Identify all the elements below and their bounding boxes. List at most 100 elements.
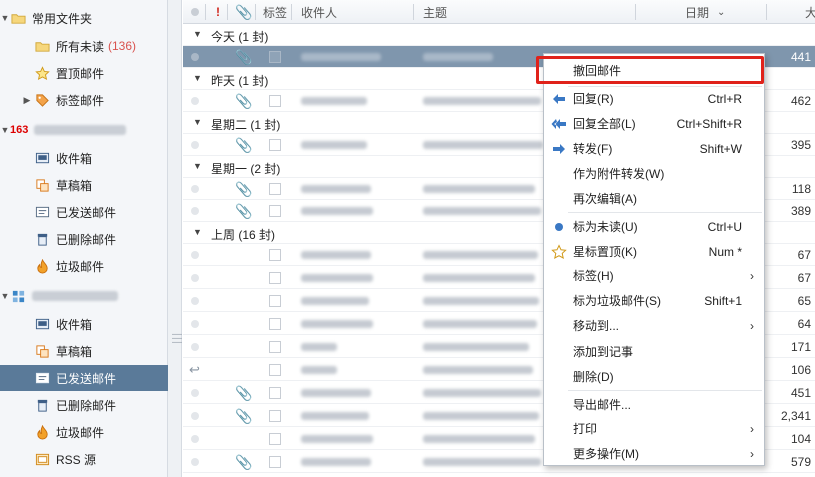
folder-inbox[interactable]: 收件箱 (0, 145, 168, 171)
menu-item-export[interactable]: 导出邮件... (544, 392, 764, 417)
menu-item-tags[interactable]: 标签(H) › (544, 263, 764, 288)
read-status-column-icon[interactable] (191, 0, 199, 24)
read-dot-icon (191, 141, 199, 149)
subject-redacted (423, 274, 535, 282)
folder-label: 所有未读 (56, 39, 105, 54)
folder-all-unread[interactable]: 所有未读 (136) (0, 33, 168, 59)
subject-redacted (423, 435, 535, 443)
menu-item-move[interactable]: 移动到... › (544, 313, 764, 338)
reply-arrow-icon (551, 91, 567, 107)
size-column-header[interactable]: 大 (805, 0, 815, 24)
date-column-header[interactable]: 日期 ⌄ (685, 0, 725, 24)
row-checkbox[interactable] (269, 295, 281, 307)
row-checkbox[interactable] (269, 410, 281, 422)
row-checkbox[interactable] (269, 318, 281, 330)
folder-label: 已发送邮件 (56, 371, 117, 386)
recipient-redacted (301, 185, 371, 193)
collapse-arrow-icon[interactable]: ▼ (193, 161, 202, 171)
menu-label: 转发(F) (573, 142, 613, 156)
read-dot-icon (191, 343, 199, 351)
row-checkbox[interactable] (269, 249, 281, 261)
menu-item-mark-unread[interactable]: 标为未读(U) Ctrl+U (544, 214, 764, 239)
subject-column-header[interactable]: 主题 (423, 0, 447, 24)
collapse-arrow-icon[interactable]: ▼ (193, 73, 202, 83)
menu-label: 作为附件转发(W) (573, 167, 665, 181)
folder-label: 草稿箱 (56, 344, 93, 359)
folder-drafts-2[interactable]: 草稿箱 (0, 338, 168, 364)
menu-label: 打印 (573, 422, 598, 436)
read-dot-icon (191, 251, 199, 259)
folder-label: 标签邮件 (56, 93, 105, 108)
group-title: 上周 (16 封) (211, 228, 276, 242)
folder-deleted-2[interactable]: 已删除邮件 (0, 392, 168, 418)
menu-item-mark-spam[interactable]: 标为垃圾邮件(S) Shift+1 (544, 288, 764, 313)
attachment-icon: 📎 (235, 137, 253, 153)
row-checkbox[interactable] (269, 183, 281, 195)
spam-flame-icon (34, 258, 50, 274)
mail-size: 106 (790, 363, 811, 377)
attachment-column-icon[interactable]: 📎 (235, 0, 252, 24)
tags-column-header[interactable]: 标签 (263, 0, 287, 24)
group-header-today[interactable]: ▼ 今天 (1 封) (183, 24, 815, 46)
folder-label: 收件箱 (56, 151, 93, 166)
row-checkbox[interactable] (269, 51, 281, 63)
row-checkbox[interactable] (269, 205, 281, 217)
row-checkbox[interactable] (269, 341, 281, 353)
folder-rss[interactable]: RSS 源 (0, 446, 168, 472)
replied-icon: ↩ (189, 362, 200, 377)
recipient-column-header[interactable]: 收件人 (301, 0, 337, 24)
folder-common[interactable]: ▼ 常用文件夹 (0, 5, 168, 31)
row-checkbox[interactable] (269, 433, 281, 445)
menu-item-forward[interactable]: 转发(F) Shift+W (544, 136, 764, 161)
folder-label: 常用文件夹 (32, 11, 93, 26)
subject-redacted (423, 389, 541, 397)
row-checkbox[interactable] (269, 272, 281, 284)
submenu-chevron-right-icon: › (750, 268, 754, 283)
menu-item-reedit[interactable]: 再次编辑(A) (544, 186, 764, 211)
collapse-arrow-icon[interactable]: ▼ (0, 13, 10, 23)
row-checkbox[interactable] (269, 387, 281, 399)
account-163[interactable]: ▼ 163 (0, 117, 168, 143)
mail-size: 67 (797, 248, 811, 262)
menu-item-reply[interactable]: 回复(R) Ctrl+R (544, 86, 764, 111)
menu-label: 添加到记事 (573, 345, 634, 359)
splitter-grip-icon[interactable]: — — — (172, 330, 182, 348)
menu-item-reply-all[interactable]: 回复全部(L) Ctrl+Shift+R (544, 111, 764, 136)
menu-item-more[interactable]: 更多操作(M) › (544, 441, 764, 466)
row-checkbox[interactable] (269, 139, 281, 151)
folder-spam[interactable]: 垃圾邮件 (0, 253, 168, 279)
collapse-arrow-icon[interactable]: ▼ (0, 291, 10, 301)
row-checkbox[interactable] (269, 456, 281, 468)
folder-label: 草稿箱 (56, 178, 93, 193)
date-label: 日期 (685, 5, 710, 20)
account-2[interactable]: ▼ (0, 283, 168, 309)
collapse-arrow-icon[interactable]: ▼ (0, 125, 10, 135)
collapse-arrow-icon[interactable]: ▼ (193, 227, 202, 237)
expand-arrow-icon[interactable]: ▶ (22, 95, 32, 106)
flag-column-header[interactable]: ! (216, 0, 220, 24)
folder-drafts[interactable]: 草稿箱 (0, 172, 168, 198)
folder-sent[interactable]: 已发送邮件 (0, 199, 168, 225)
menu-item-forward-attachment[interactable]: 作为附件转发(W) (544, 161, 764, 186)
folder-sent-2[interactable]: 已发送邮件 (0, 365, 168, 391)
folder-deleted[interactable]: 已删除邮件 (0, 226, 168, 252)
collapse-arrow-icon[interactable]: ▼ (193, 29, 202, 39)
menu-item-star[interactable]: 星标置顶(K) Num * (544, 239, 764, 264)
folder-tagged[interactable]: ▶ 标签邮件 (0, 87, 168, 113)
menu-item-print[interactable]: 打印 › (544, 416, 764, 441)
recipient-redacted (301, 435, 373, 443)
folder-inbox-2[interactable]: 收件箱 (0, 311, 168, 337)
row-checkbox[interactable] (269, 364, 281, 376)
collapse-arrow-icon[interactable]: ▼ (193, 117, 202, 127)
menu-item-delete[interactable]: 删除(D) (544, 364, 764, 389)
pane-splitter[interactable] (168, 0, 182, 477)
menu-item-add-note[interactable]: 添加到记事 (544, 339, 764, 364)
folder-pinned[interactable]: 置顶邮件 (0, 60, 168, 86)
menu-shortcut: Shift+W (699, 141, 742, 156)
subject-redacted (423, 53, 493, 61)
drafts-icon (34, 177, 50, 193)
folder-icon (34, 38, 50, 54)
folder-spam-2[interactable]: 垃圾邮件 (0, 419, 168, 445)
row-checkbox[interactable] (269, 95, 281, 107)
subject-redacted (423, 458, 541, 466)
